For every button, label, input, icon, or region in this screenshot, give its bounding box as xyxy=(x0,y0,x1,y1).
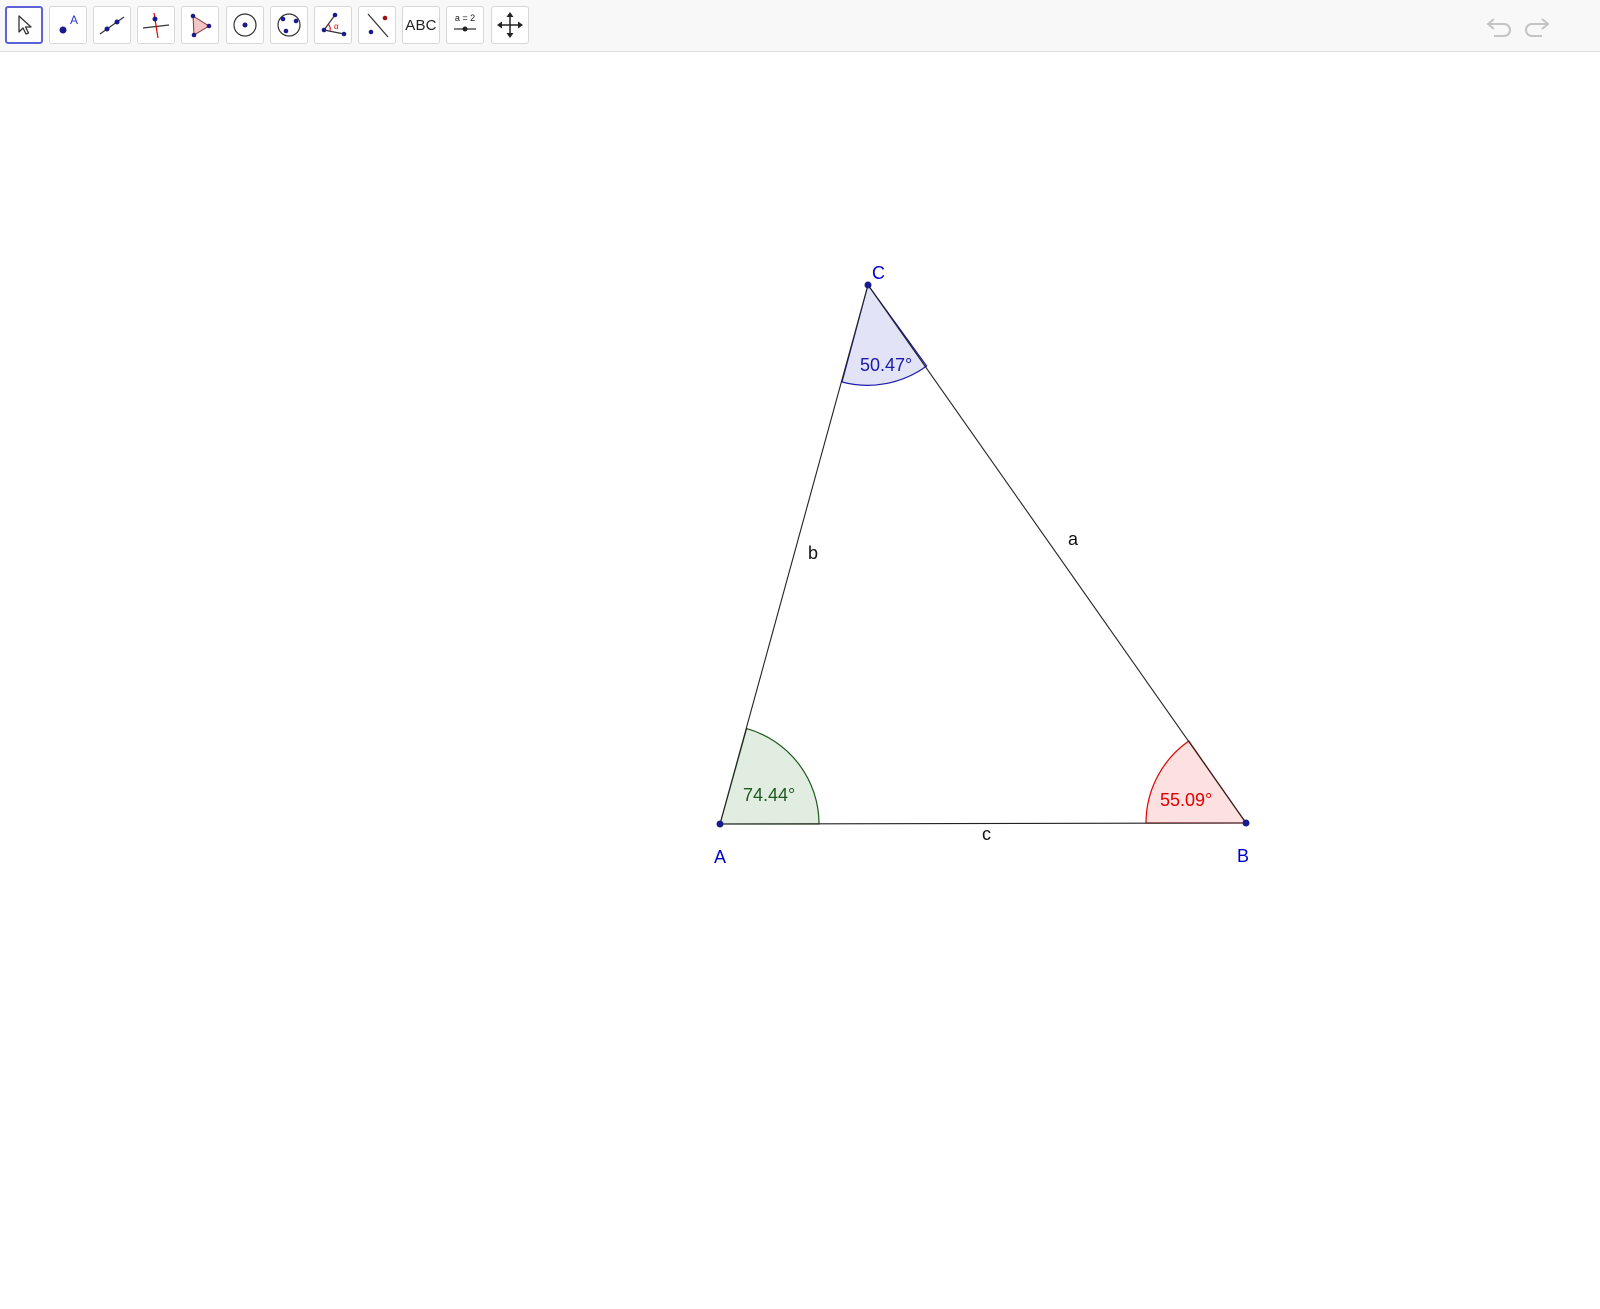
segment-label-b: b xyxy=(808,543,818,563)
angle-value-a: 74.44° xyxy=(743,785,795,805)
segment-a[interactable] xyxy=(867,284,1247,824)
segment-label-c: c xyxy=(982,824,991,844)
angle-value-c: 50.47° xyxy=(860,355,912,375)
point-label-a: A xyxy=(714,847,726,867)
point-label-c: C xyxy=(872,263,885,283)
angle-sector-a[interactable] xyxy=(719,727,820,825)
point-b[interactable] xyxy=(1242,819,1250,827)
point-a[interactable] xyxy=(716,820,724,828)
point-label-b: B xyxy=(1237,846,1249,866)
segment-label-a: a xyxy=(1068,529,1079,549)
graphics-view[interactable]: A B C a b c 74.44° 55.09° 50.47° xyxy=(0,53,1600,1309)
segment-b[interactable] xyxy=(719,284,869,825)
angle-sector-b[interactable] xyxy=(1145,740,1248,824)
graphics-svg: A B C a b c 74.44° 55.09° 50.47° xyxy=(714,263,1250,867)
point-c[interactable] xyxy=(864,281,872,289)
angle-value-b: 55.09° xyxy=(1160,790,1212,810)
